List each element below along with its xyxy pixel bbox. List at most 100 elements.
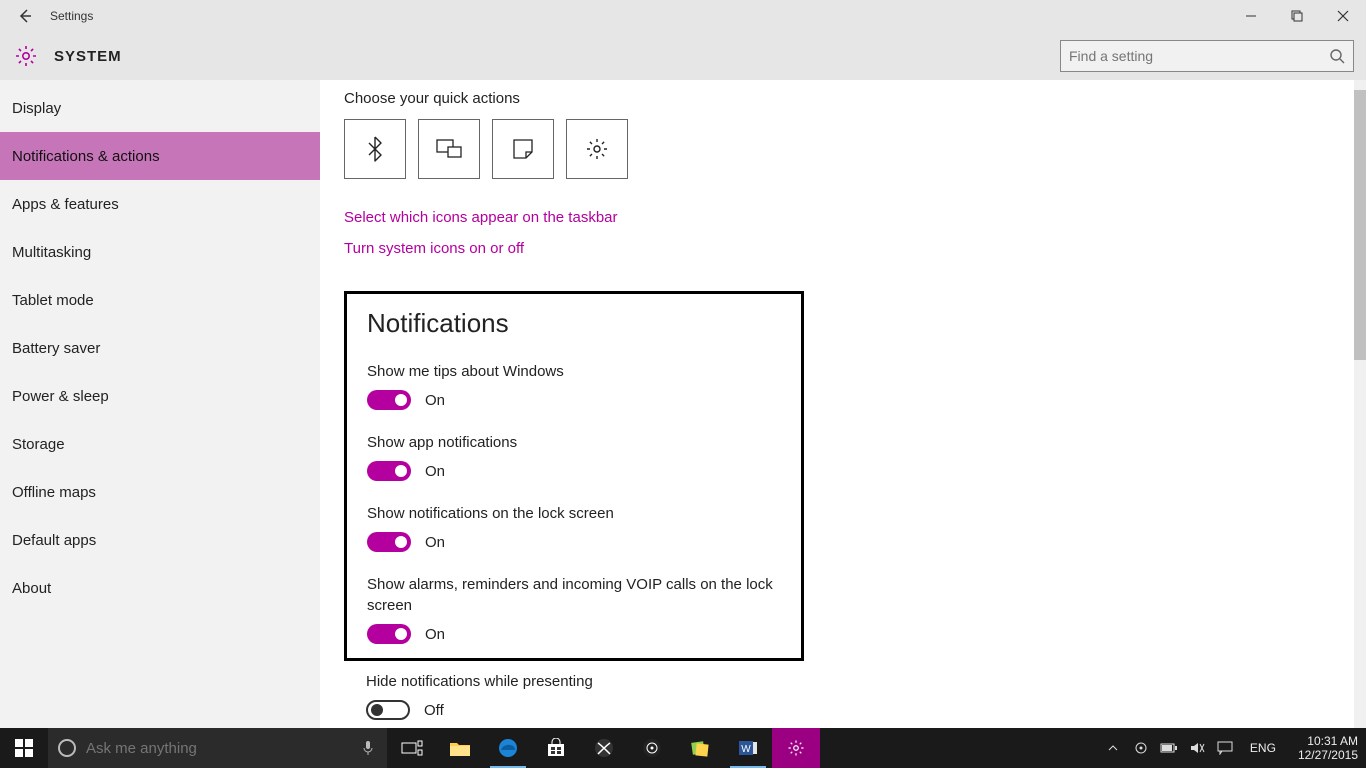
- breadcrumb: SYSTEM: [54, 48, 122, 65]
- quick-action-note[interactable]: [492, 119, 554, 179]
- sidebar-item-label: Tablet mode: [12, 292, 94, 309]
- toggle-alarms-voip: Show alarms, reminders and incoming VOIP…: [367, 574, 781, 644]
- toggle-label: Hide notifications while presenting: [366, 671, 786, 692]
- svg-text:W: W: [741, 744, 751, 755]
- taskbar-clock[interactable]: 10:31 AM 12/27/2015: [1290, 728, 1366, 768]
- sidebar-item-multitasking[interactable]: Multitasking: [0, 228, 320, 276]
- taskbar-app-sticky-notes[interactable]: [676, 728, 724, 768]
- word-icon: W: [738, 738, 758, 758]
- quick-actions-row: [344, 119, 1342, 179]
- taskbar-app-word[interactable]: W: [724, 728, 772, 768]
- location-icon[interactable]: [1132, 739, 1150, 757]
- taskbar-app-groove[interactable]: [628, 728, 676, 768]
- taskbar-app-xbox[interactable]: [580, 728, 628, 768]
- link-taskbar-icons[interactable]: Select which icons appear on the taskbar: [344, 209, 618, 226]
- search-input[interactable]: [1069, 48, 1329, 64]
- sidebar-item-apps-features[interactable]: Apps & features: [0, 180, 320, 228]
- sidebar: Display Notifications & actions Apps & f…: [0, 80, 320, 728]
- volume-icon[interactable]: [1188, 739, 1206, 757]
- toggle-app-notifications: Show app notifications On: [367, 432, 781, 481]
- clock-time: 10:31 AM: [1298, 734, 1358, 748]
- quick-action-settings[interactable]: [566, 119, 628, 179]
- taskbar-search-input[interactable]: [86, 740, 349, 757]
- window-title: Settings: [50, 9, 93, 23]
- taskbar-app-store[interactable]: [532, 728, 580, 768]
- sidebar-item-label: Storage: [12, 436, 65, 453]
- toggle-state: On: [425, 534, 445, 551]
- toggle-state: On: [425, 626, 445, 643]
- groove-icon: [642, 738, 662, 758]
- sidebar-item-label: Battery saver: [12, 340, 100, 357]
- toggle-switch[interactable]: [367, 532, 411, 552]
- notes-icon: [690, 738, 710, 758]
- minimize-button[interactable]: [1228, 0, 1274, 32]
- language-indicator[interactable]: ENG: [1244, 741, 1282, 755]
- toggle-state: On: [425, 392, 445, 409]
- sidebar-item-label: Offline maps: [12, 484, 96, 501]
- toggle-switch[interactable]: [366, 700, 410, 720]
- notifications-heading: Notifications: [367, 308, 781, 339]
- battery-icon[interactable]: [1160, 739, 1178, 757]
- system-tray: ENG: [1096, 728, 1290, 768]
- sidebar-item-battery-saver[interactable]: Battery saver: [0, 324, 320, 372]
- sidebar-item-display[interactable]: Display: [0, 84, 320, 132]
- start-button[interactable]: [0, 728, 48, 768]
- sidebar-item-default-apps[interactable]: Default apps: [0, 516, 320, 564]
- sidebar-item-storage[interactable]: Storage: [0, 420, 320, 468]
- taskbar: W ENG 10:31 AM 12/27/2015: [0, 728, 1366, 768]
- store-icon: [546, 738, 566, 758]
- taskbar-app-edge[interactable]: [484, 728, 532, 768]
- toggle-tips: Show me tips about Windows On: [367, 361, 781, 410]
- tray-overflow-button[interactable]: [1104, 739, 1122, 757]
- back-button[interactable]: [10, 0, 40, 32]
- toggle-label: Show app notifications: [367, 432, 781, 453]
- edge-icon: [498, 738, 518, 758]
- sidebar-item-offline-maps[interactable]: Offline maps: [0, 468, 320, 516]
- toggle-lock-screen-notifications: Show notifications on the lock screen On: [367, 503, 781, 552]
- task-view-icon: [401, 740, 423, 756]
- quick-action-bluetooth[interactable]: [344, 119, 406, 179]
- search-icon: [1329, 48, 1345, 64]
- action-center-icon[interactable]: [1216, 739, 1234, 757]
- windows-icon: [15, 739, 33, 757]
- note-icon: [512, 138, 534, 160]
- search-box[interactable]: [1060, 40, 1354, 72]
- taskbar-app-file-explorer[interactable]: [436, 728, 484, 768]
- xbox-icon: [594, 738, 614, 758]
- sidebar-item-power-sleep[interactable]: Power & sleep: [0, 372, 320, 420]
- toggle-state: Off: [424, 702, 444, 719]
- sidebar-item-notifications-actions[interactable]: Notifications & actions: [0, 132, 320, 180]
- project-icon: [436, 139, 462, 159]
- sidebar-item-label: Multitasking: [12, 244, 91, 261]
- sidebar-item-label: Display: [12, 100, 61, 117]
- sidebar-item-label: Notifications & actions: [12, 148, 160, 165]
- taskbar-app-settings[interactable]: [772, 728, 820, 768]
- content-area: Choose your quick actions Select: [320, 80, 1366, 728]
- toggle-hide-presenting: Hide notifications while presenting Off: [344, 661, 1342, 720]
- gear-icon: [787, 739, 805, 757]
- toggle-label: Show alarms, reminders and incoming VOIP…: [367, 574, 781, 616]
- sidebar-item-label: Default apps: [12, 532, 96, 549]
- gear-icon: [585, 137, 609, 161]
- maximize-button[interactable]: [1274, 0, 1320, 32]
- close-button[interactable]: [1320, 0, 1366, 32]
- sidebar-item-about[interactable]: About: [0, 564, 320, 612]
- notifications-highlight-box: Notifications Show me tips about Windows…: [344, 291, 804, 661]
- task-view-button[interactable]: [388, 728, 436, 768]
- link-system-icons[interactable]: Turn system icons on or off: [344, 240, 524, 257]
- sidebar-item-label: Apps & features: [12, 196, 119, 213]
- gear-icon: [12, 42, 40, 70]
- taskbar-search[interactable]: [48, 728, 388, 768]
- sidebar-item-label: About: [12, 580, 51, 597]
- sidebar-item-tablet-mode[interactable]: Tablet mode: [0, 276, 320, 324]
- scrollbar-thumb[interactable]: [1354, 90, 1366, 360]
- toggle-switch[interactable]: [367, 390, 411, 410]
- quick-action-project[interactable]: [418, 119, 480, 179]
- microphone-icon[interactable]: [359, 739, 377, 757]
- titlebar: Settings: [0, 0, 1366, 32]
- toggle-switch[interactable]: [367, 624, 411, 644]
- vertical-scrollbar[interactable]: [1354, 80, 1366, 728]
- toggle-switch[interactable]: [367, 461, 411, 481]
- clock-date: 12/27/2015: [1298, 748, 1358, 762]
- bluetooth-icon: [365, 136, 385, 162]
